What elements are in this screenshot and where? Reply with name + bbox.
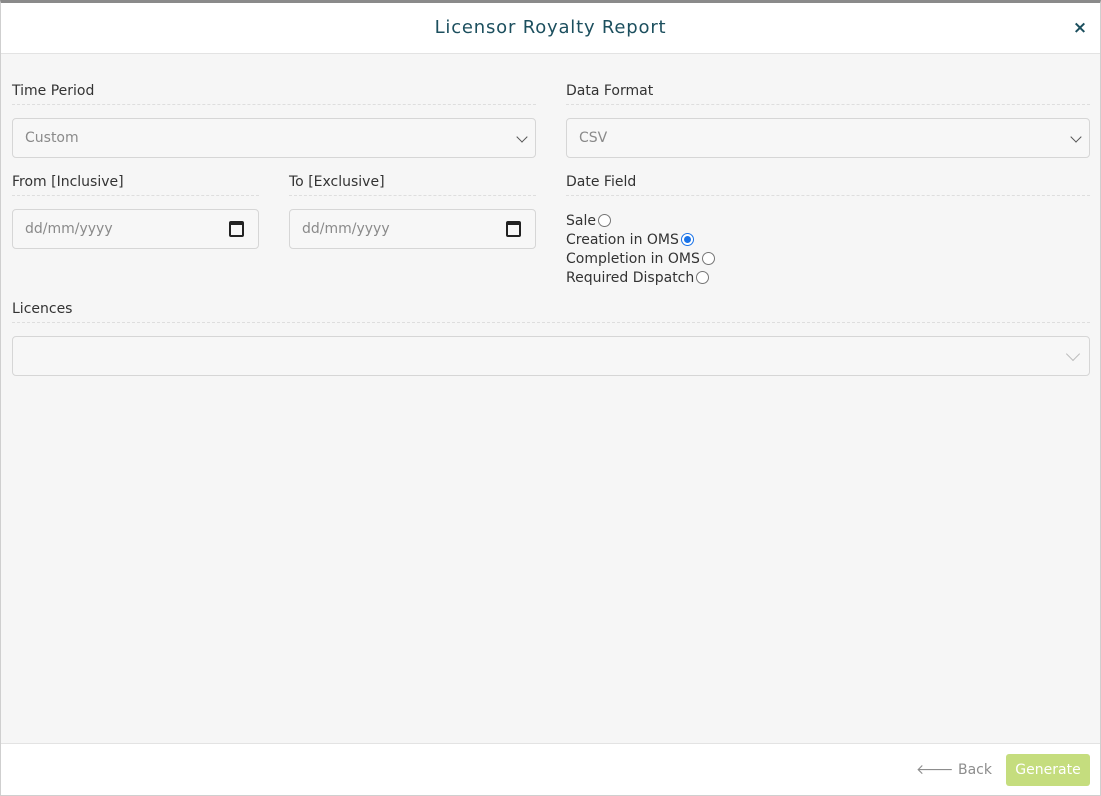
calendar-icon[interactable] [229, 221, 244, 237]
radio-option-creation[interactable]: Creation in OMS [566, 230, 694, 249]
chevron-down-icon [1070, 131, 1082, 143]
back-button[interactable]: 🡐 Back [916, 761, 992, 778]
time-period-value: Custom [25, 130, 79, 146]
chevron-down-icon [1065, 346, 1081, 362]
calendar-icon[interactable] [506, 221, 521, 237]
to-date-input[interactable]: dd/mm/yyyy [289, 209, 536, 249]
time-period-label: Time Period [12, 83, 536, 105]
modal-footer: 🡐 Back Generate [1, 743, 1100, 795]
data-format-select[interactable]: CSV [566, 118, 1090, 158]
radio-option-sale[interactable]: Sale [566, 211, 611, 230]
radio-option-completion[interactable]: Completion in OMS [566, 249, 715, 268]
back-label: Back [958, 762, 992, 778]
licences-multiselect[interactable] [12, 336, 1090, 376]
radio-sale[interactable] [597, 214, 611, 227]
data-format-value: CSV [579, 130, 608, 146]
to-label: To [Exclusive] [289, 174, 536, 196]
radio-label-creation: Creation in OMS [566, 231, 679, 248]
from-date-placeholder: dd/mm/yyyy [25, 221, 113, 237]
report-modal: Licensor Royalty Report × Time Period Cu… [0, 0, 1101, 796]
radio-completion[interactable] [701, 252, 715, 265]
generate-button[interactable]: Generate [1006, 754, 1090, 786]
radio-required-dispatch[interactable] [696, 271, 710, 284]
from-label: From [Inclusive] [12, 174, 259, 196]
arrow-left-icon: 🡐 [916, 762, 954, 778]
to-date-placeholder: dd/mm/yyyy [302, 221, 390, 237]
chevron-down-icon [516, 131, 528, 143]
close-icon[interactable]: × [1070, 18, 1090, 38]
licences-label: Licences [12, 301, 1090, 323]
radio-label-completion: Completion in OMS [566, 250, 700, 267]
from-date-input[interactable]: dd/mm/yyyy [12, 209, 259, 249]
radio-creation[interactable] [680, 233, 694, 246]
modal-title: Licensor Royalty Report [434, 17, 667, 38]
time-period-select[interactable]: Custom [12, 118, 536, 158]
modal-header: Licensor Royalty Report × [1, 3, 1100, 54]
radio-option-required-dispatch[interactable]: Required Dispatch [566, 268, 710, 287]
radio-label-required-dispatch: Required Dispatch [566, 269, 695, 286]
radio-label-sale: Sale [566, 212, 596, 229]
date-field-label: Date Field [566, 174, 1090, 196]
data-format-label: Data Format [566, 83, 1090, 105]
